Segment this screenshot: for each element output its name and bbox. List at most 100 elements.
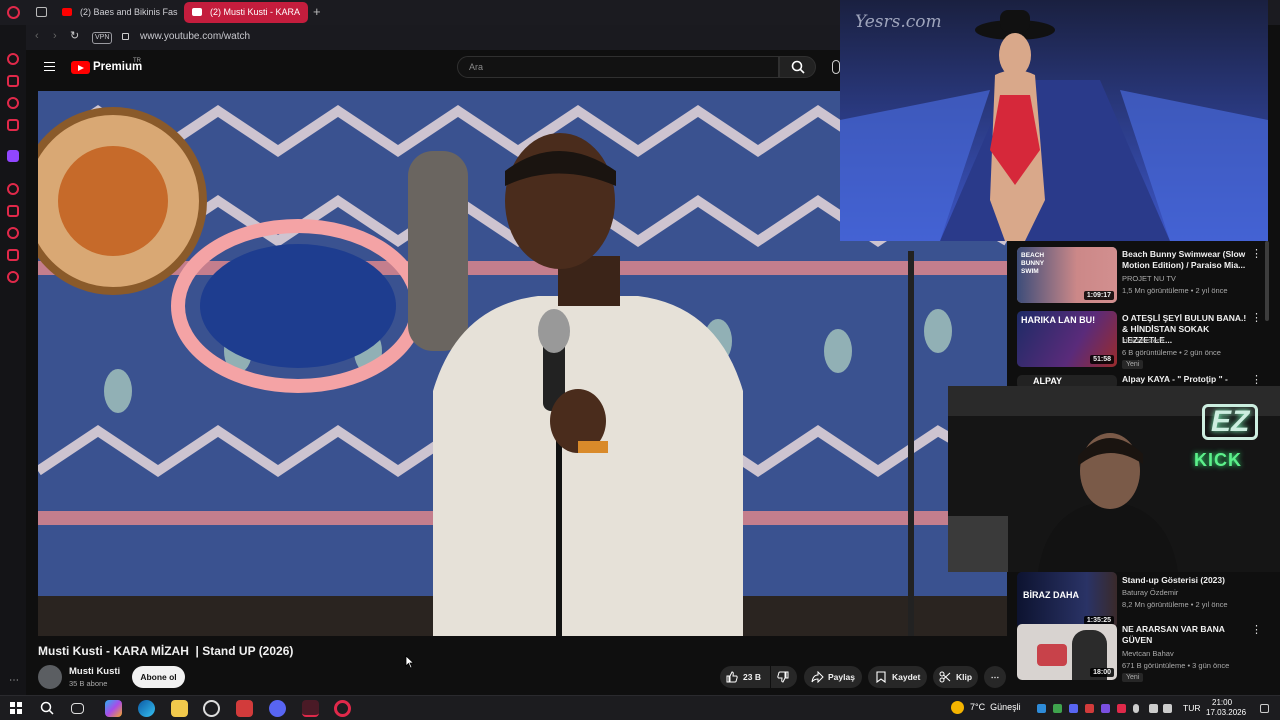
neon-sign-bottom: KICK [1194,450,1242,470]
reload-icon[interactable]: ↻ [70,29,79,42]
edge-icon[interactable] [138,700,155,717]
youtube-favicon-icon [62,8,72,16]
list-item[interactable]: 18:00 NE ARARSAN VAR BANA GÜVEN Mevtcan … [1007,621,1270,685]
list-item[interactable]: HARIKA LAN BU! 51:58 O ATEŞLİ ŞEYİ BULUN… [1007,305,1270,369]
channel-name[interactable]: Baturay Özdemir [1122,588,1178,597]
tab-baes-and-bikinis[interactable]: (2) Baes and Bikinis Fashio [54,2,178,23]
new-tab-button[interactable]: + [313,4,321,19]
channel-name[interactable]: kickmeister5 [1122,336,1164,345]
sidebar-more-icon[interactable]: ⋯ [9,675,19,686]
video-thumbnail[interactable]: HARIKA LAN BU! 51:58 [1017,311,1117,367]
tray-app-icon[interactable] [1053,704,1062,713]
video-title[interactable]: NE ARARSAN VAR BANA GÜVEN [1122,624,1252,646]
copilot-icon[interactable] [105,700,122,717]
notification-icon[interactable] [1260,704,1269,713]
sidebar-settings-icon[interactable] [7,271,19,283]
runway-frame [840,0,1268,241]
video-thumbnail[interactable]: 18:00 [1017,624,1117,680]
search-icon [791,60,805,74]
search-input[interactable]: Ara [457,56,779,78]
duration-badge: 51:58 [1090,355,1114,364]
tray-app-icon[interactable] [1101,704,1110,713]
mouse-cursor [405,655,415,669]
language-indicator[interactable]: TUR [1183,703,1200,713]
tab-list-icon[interactable] [36,7,47,17]
subscribe-button[interactable]: Abone ol [132,666,185,688]
tray-app-icon[interactable] [1037,704,1046,713]
youtube-play-icon [71,61,90,74]
discord-icon[interactable] [269,700,286,717]
opera-icon[interactable] [334,700,351,717]
clip-label: Klip [956,672,973,682]
sidebar-messenger-icon[interactable] [7,97,19,109]
weather-text[interactable]: 7°C Güneşli [970,702,1021,712]
dislike-button[interactable] [771,666,797,688]
more-actions-button[interactable]: ⋯ [984,666,1006,688]
network-icon[interactable] [1149,704,1158,713]
sidebar-whatsapp-icon[interactable] [7,119,19,131]
list-item[interactable]: BEACH BUNNY SWIM 1:09:17 Beach Bunny Swi… [1007,241,1270,305]
subscriber-count: 35 B abone [69,679,108,688]
recommendations-scrollbar[interactable] [1265,241,1269,321]
task-view-icon[interactable] [71,703,84,714]
clock-date[interactable]: 17.03.2026 [1206,708,1246,717]
opera-menu-icon[interactable] [7,6,20,19]
video-title: Musti Kusti - KARA MİZAH | Stand UP (202… [38,644,294,658]
video-thumbnail[interactable]: BEACH BUNNY SWIM 1:09:17 [1017,247,1117,303]
volume-icon[interactable] [1163,704,1172,713]
voice-search-icon[interactable] [832,60,840,74]
like-button[interactable]: 23 B [720,666,770,688]
sidebar-extensions-icon[interactable] [7,249,19,261]
youtube-logo[interactable]: Premium TR [71,58,161,76]
file-explorer-icon[interactable] [171,700,188,717]
more-options-icon[interactable]: ⋮ [1251,249,1262,260]
share-label: Paylaş [828,672,855,682]
sidebar-bookmark-icon[interactable] [7,205,19,217]
hamburger-menu-icon[interactable] [44,62,55,71]
share-button[interactable]: Paylaş [804,666,862,688]
clip-button[interactable]: Klip [933,666,978,688]
vpn-badge[interactable]: VPN [92,32,113,44]
channel-name[interactable]: PROJET NU TV [1122,274,1176,283]
video-title[interactable]: Beach Bunny Swimwear (Slow Motion Editio… [1122,249,1252,271]
sidebar-aria-icon[interactable] [7,53,19,65]
opera-gx-icon[interactable] [302,700,319,717]
opera-sidebar: ⋯ [0,25,26,695]
video-thumbnail[interactable]: BİRAZ DAHA 1:35:25 [1017,572,1117,628]
tray-app-icon[interactable] [1085,704,1094,713]
search-icon[interactable] [40,701,54,715]
thumb-text: BEACH BUNNY SWIM [1021,252,1045,275]
sidebar-history-icon[interactable] [7,227,19,239]
channel-name[interactable]: Mevtcan Bahav [1122,649,1174,658]
microphone-icon[interactable] [1133,704,1139,713]
video-meta: 6 B görüntüleme • 2 gün önce [1122,348,1221,357]
new-badge: Yeni [1122,673,1144,682]
back-icon[interactable]: ‹ [35,30,39,42]
more-options-icon[interactable]: ⋮ [1251,625,1262,636]
steam-icon[interactable] [203,700,220,717]
tray-app-icon[interactable] [1069,704,1078,713]
voicemod-icon[interactable] [236,700,253,717]
url-input[interactable]: www.youtube.com/watch [140,31,250,42]
video-title[interactable]: Alpay KAYA - " Protoţip " - [1122,374,1252,385]
video-title[interactable]: Stand-up Gösterisi (2023) [1122,575,1252,586]
weather-sun-icon [951,701,964,714]
bookmark-icon [876,671,886,683]
channel-name[interactable]: Musti Kusti [69,666,120,677]
sidebar-user-icon[interactable] [7,75,19,87]
windows-start-icon[interactable] [10,702,22,714]
thumbs-down-icon [777,671,789,683]
forward-icon[interactable]: › [53,30,57,42]
share-icon [811,671,824,683]
tab-musti-kusti[interactable]: (2) Musti Kusti - KARA [184,2,308,23]
tray-app-icon[interactable] [1117,704,1126,713]
save-button[interactable]: Kaydet [868,666,927,688]
more-options-icon[interactable]: ⋮ [1251,313,1262,324]
sidebar-player-icon[interactable] [7,183,19,195]
video-meta: 8,2 Mn görüntüleme • 2 yıl önce [1122,600,1228,609]
more-options-icon[interactable]: ⋮ [1251,375,1262,386]
clock-time[interactable]: 21:00 [1212,698,1232,707]
avatar[interactable] [38,665,62,689]
search-button[interactable] [779,56,816,78]
sidebar-twitch-icon[interactable] [7,150,19,162]
